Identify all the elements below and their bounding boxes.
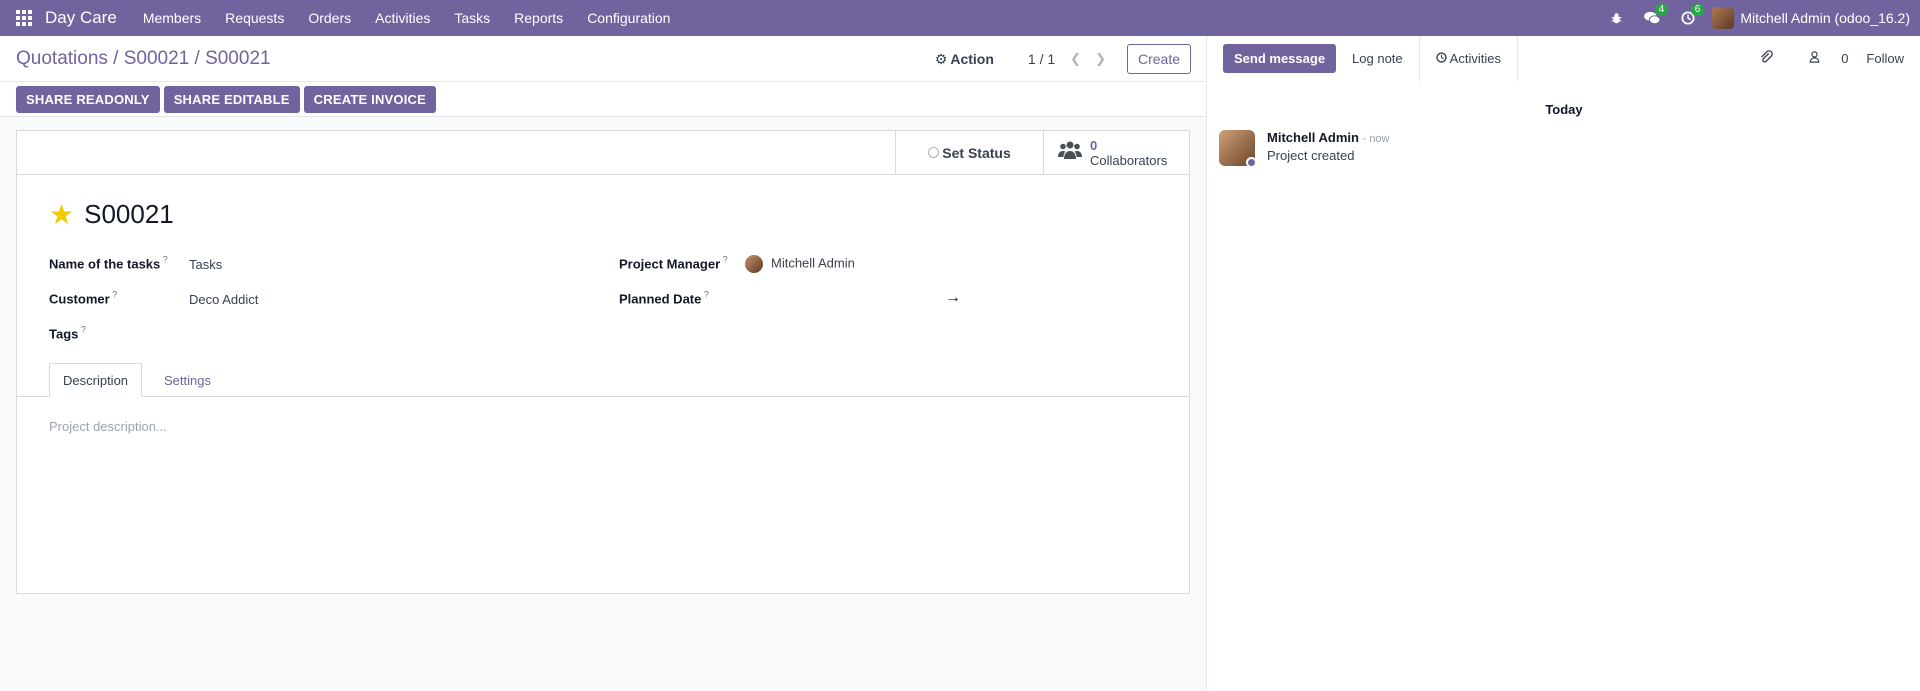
followers-count: 0	[1841, 51, 1849, 66]
paperclip-icon[interactable]	[1759, 50, 1773, 67]
apps-menu-icon[interactable]	[0, 0, 48, 36]
pager-prev-icon[interactable]: ❮	[1070, 51, 1081, 67]
follow-button[interactable]: Follow	[1866, 51, 1904, 66]
smart-button-box: Set Status 0 Collaborators	[17, 131, 1189, 175]
description-editor[interactable]: Project description...	[49, 419, 167, 434]
menu-tasks[interactable]: Tasks	[454, 10, 490, 26]
collaborators-count: 0	[1090, 137, 1098, 153]
planned-date-field-label: Planned Date ?	[619, 290, 709, 307]
create-button[interactable]: Create	[1126, 44, 1191, 74]
activities-button[interactable]: Activities	[1420, 36, 1518, 81]
tab-settings[interactable]: Settings	[151, 363, 224, 397]
menu-members[interactable]: Members	[143, 10, 201, 26]
activities-label: Activities	[1449, 51, 1501, 66]
manager-field-label: Project Manager ?	[619, 255, 728, 272]
gear-icon: ⚙	[934, 50, 948, 67]
main-content: Quotations / S00021 / S00021 ⚙ Action 1 …	[0, 36, 1206, 691]
followers-button[interactable]: 0	[1791, 51, 1849, 66]
menu-activities[interactable]: Activities	[375, 10, 430, 26]
customer-field-label: Customer ?	[49, 290, 118, 307]
customer-field-value[interactable]: Deco Addict	[189, 292, 258, 307]
menu-configuration[interactable]: Configuration	[587, 10, 670, 26]
collaborators-info: 0 Collaborators	[1090, 138, 1167, 168]
chatter-message: Mitchell Admin - now Project created	[1219, 130, 1390, 168]
message-author: Mitchell Admin - now	[1267, 130, 1390, 145]
breadcrumb[interactable]: Quotations / S00021 / S00021	[16, 48, 271, 70]
share-editable-button[interactable]: SHARE EDITABLE	[163, 85, 300, 113]
message-content: Mitchell Admin - now Project created	[1267, 130, 1390, 166]
favorite-star-icon[interactable]: ★	[49, 200, 74, 229]
record-title[interactable]: S00021	[84, 199, 174, 230]
menu-orders[interactable]: Orders	[308, 10, 351, 26]
date-range-arrow-icon: →	[945, 289, 961, 306]
chatter-panel: Send message Log note Activities 0 Follo…	[1206, 36, 1920, 691]
debug-bug-icon[interactable]	[1598, 0, 1634, 36]
manager-field-value[interactable]: Mitchell Admin	[745, 255, 855, 273]
tags-field-label: Tags ?	[49, 325, 86, 342]
navbar-systray: 4 6 Mitchell Admin (odoo_16.2)	[1598, 0, 1920, 36]
clock-icon	[1436, 51, 1447, 66]
activities-badge: 6	[1690, 4, 1705, 16]
form-statusbar: SHARE READONLY SHARE EDITABLE CREATE INV…	[0, 82, 1206, 117]
users-icon	[1058, 140, 1082, 166]
message-body: Project created	[1267, 148, 1355, 163]
author-avatar[interactable]	[1219, 130, 1257, 168]
control-panel-actions: ⚙ Action 1 / 1 ❮ ❯ Create	[935, 36, 1191, 82]
messages-badge: 4	[1654, 4, 1669, 16]
user-menu[interactable]: Mitchell Admin (odoo_16.2)	[1706, 7, 1920, 29]
day-separator: Today	[1545, 102, 1583, 117]
menu-requests[interactable]: Requests	[225, 10, 284, 26]
control-panel: Quotations / S00021 / S00021 ⚙ Action 1 …	[0, 36, 1206, 82]
activities-clock-icon[interactable]: 6	[1670, 0, 1706, 36]
create-invoice-button[interactable]: CREATE INVOICE	[303, 85, 437, 113]
chatter-right-actions: 0 Follow	[1741, 36, 1904, 81]
set-status-label: Set Status	[942, 144, 1011, 161]
form-sheet: Set Status 0 Collaborators ★ S00021 Name…	[16, 130, 1190, 594]
collaborators-button[interactable]: 0 Collaborators	[1043, 131, 1189, 174]
send-message-button[interactable]: Send message	[1223, 44, 1337, 73]
user-name: Mitchell Admin (odoo_16.2)	[1740, 10, 1910, 26]
notebook-tabs: Description Settings	[17, 363, 1189, 397]
tasks-field-label: Name of the tasks ?	[49, 255, 168, 272]
user-avatar	[1712, 7, 1735, 29]
top-navbar: Day Care Members Requests Orders Activit…	[0, 0, 1920, 36]
messages-icon[interactable]: 4	[1634, 0, 1670, 36]
log-note-button[interactable]: Log note	[1336, 36, 1420, 81]
message-time: - now	[1362, 133, 1390, 145]
status-circle-icon	[928, 147, 940, 158]
manager-avatar	[745, 255, 763, 273]
online-status-icon	[1246, 157, 1257, 168]
action-label: Action	[950, 51, 994, 67]
collaborators-label: Collaborators	[1090, 152, 1168, 168]
pager-next-icon[interactable]: ❯	[1095, 51, 1106, 67]
chatter-topbar: Send message Log note Activities 0 Follo…	[1207, 36, 1920, 81]
set-status-button[interactable]: Set Status	[895, 131, 1043, 174]
action-button[interactable]: ⚙ Action	[935, 51, 994, 68]
app-brand[interactable]: Day Care	[45, 8, 117, 28]
pager-value[interactable]: 1 / 1	[1028, 51, 1055, 67]
tasks-field-value[interactable]: Tasks	[189, 257, 222, 272]
share-readonly-button[interactable]: SHARE READONLY	[16, 85, 160, 113]
user-icon	[1809, 51, 1824, 66]
tab-description[interactable]: Description	[49, 363, 143, 397]
menu-reports[interactable]: Reports	[514, 10, 563, 26]
title-row: ★ S00021	[49, 199, 174, 230]
